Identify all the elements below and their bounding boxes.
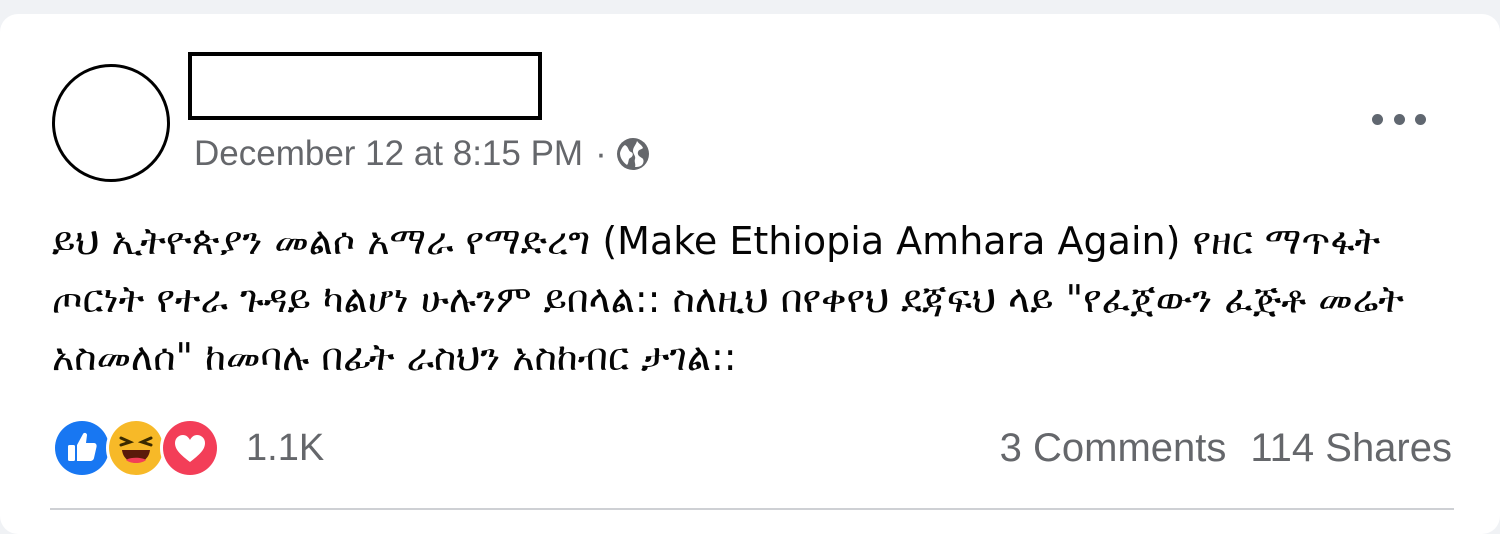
haha-icon [106, 418, 166, 478]
author-name-redacted[interactable] [188, 52, 542, 120]
comments-count-link[interactable]: 3 Comments [1000, 426, 1227, 471]
dot [1372, 113, 1383, 125]
love-icon [160, 418, 220, 478]
reactions-summary[interactable]: 1.1K [52, 418, 324, 478]
meta-separator: · [595, 134, 607, 173]
post-meta: December 12 at 8:15 PM · [194, 132, 651, 176]
post-card: December 12 at 8:15 PM · ይህ ኢትዮጵያን መልሶ አ… [0, 14, 1500, 534]
globe-icon[interactable] [615, 136, 651, 172]
engagement-stats: 3 Comments 114 Shares [1000, 418, 1452, 478]
shares-count-link[interactable]: 114 Shares [1250, 426, 1452, 471]
post-timestamp[interactable]: December 12 at 8:15 PM [194, 134, 583, 174]
dot [1393, 113, 1405, 125]
reaction-count[interactable]: 1.1K [246, 427, 324, 470]
more-options-icon[interactable] [1372, 104, 1426, 134]
avatar[interactable] [52, 64, 170, 182]
like-icon [52, 418, 112, 478]
post-body-text: ይህ ኢትዮጵያን መልሶ አማራ የማድረግ (Make Ethiopia A… [52, 219, 1417, 379]
divider [50, 508, 1454, 510]
dot [1415, 113, 1426, 125]
